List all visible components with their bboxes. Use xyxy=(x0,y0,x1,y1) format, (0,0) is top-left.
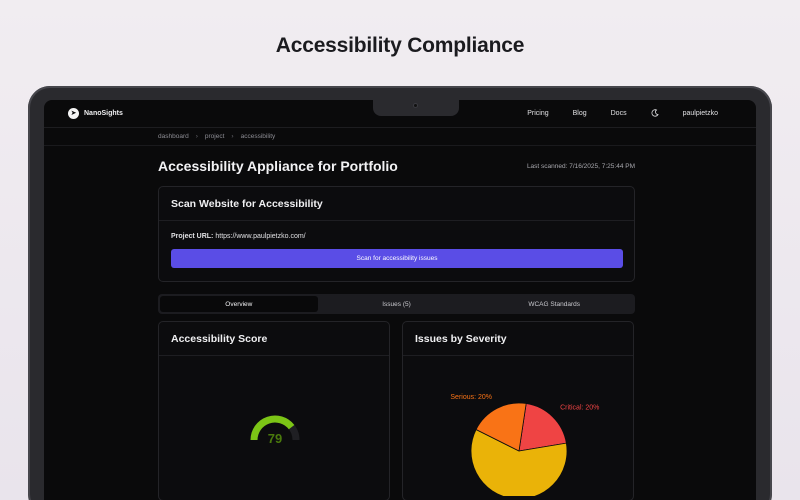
project-url-label: Project URL: xyxy=(171,233,214,240)
brand[interactable]: ➤ NanoSights xyxy=(68,108,123,119)
tab-wcag-standards[interactable]: WCAG Standards xyxy=(475,296,633,312)
main-content: Accessibility Appliance for Portfolio La… xyxy=(158,146,635,500)
brand-name: NanoSights xyxy=(84,110,123,117)
page-title: Accessibility Appliance for Portfolio xyxy=(158,158,398,174)
severity-panel-title: Issues by Severity xyxy=(403,322,633,356)
scan-card-title: Scan Website for Accessibility xyxy=(159,187,634,221)
laptop-frame: ➤ NanoSights Pricing Blog Docs paulpietz… xyxy=(28,86,772,500)
page-headline: Accessibility Compliance xyxy=(275,34,525,57)
chevron-right-icon: › xyxy=(195,133,198,140)
nav-link-pricing[interactable]: Pricing xyxy=(527,110,548,117)
tab-issues[interactable]: Issues (5) xyxy=(318,296,476,312)
nav-link-blog[interactable]: Blog xyxy=(573,110,587,117)
score-panel: Accessibility Score 79 xyxy=(158,321,390,500)
moon-icon[interactable] xyxy=(651,108,659,119)
score-value: 79 xyxy=(268,431,282,446)
breadcrumb-project[interactable]: project xyxy=(205,133,225,140)
camera-notch xyxy=(373,100,459,116)
nav-link-docs[interactable]: Docs xyxy=(611,110,627,117)
chevron-right-icon: › xyxy=(231,133,234,140)
user-menu[interactable]: paulpietzko xyxy=(683,110,718,117)
project-url-value: https://www.paulpietzko.com/ xyxy=(215,233,306,240)
camera-icon xyxy=(413,103,418,108)
breadcrumb-dashboard[interactable]: dashboard xyxy=(158,133,189,140)
score-panel-title: Accessibility Score xyxy=(159,322,389,356)
pie-label: Serious: 20% xyxy=(450,394,492,401)
project-url-row: Project URL: https://www.paulpietzko.com… xyxy=(171,233,622,240)
score-gauge: 79 xyxy=(250,415,300,446)
scan-button[interactable]: Scan for accessibility issues xyxy=(171,249,623,268)
breadcrumb: dashboard › project › accessibility xyxy=(44,128,756,146)
scan-card: Scan Website for Accessibility Project U… xyxy=(158,186,635,282)
brand-logo-icon: ➤ xyxy=(68,108,79,119)
severity-pie-chart: Critical: 20%Moderate: 60%Serious: 20% xyxy=(450,394,599,496)
tab-overview[interactable]: Overview xyxy=(160,296,318,312)
tab-bar: Overview Issues (5) WCAG Standards xyxy=(158,294,635,314)
app-screen: ➤ NanoSights Pricing Blog Docs paulpietz… xyxy=(44,100,756,500)
pie-label: Critical: 20% xyxy=(560,404,599,411)
breadcrumb-accessibility: accessibility xyxy=(240,133,276,140)
last-scanned-timestamp: Last scanned: 7/16/2025, 7:25:44 PM xyxy=(526,162,635,170)
severity-panel: Issues by Severity Critical: 20%Moderate… xyxy=(402,321,634,500)
